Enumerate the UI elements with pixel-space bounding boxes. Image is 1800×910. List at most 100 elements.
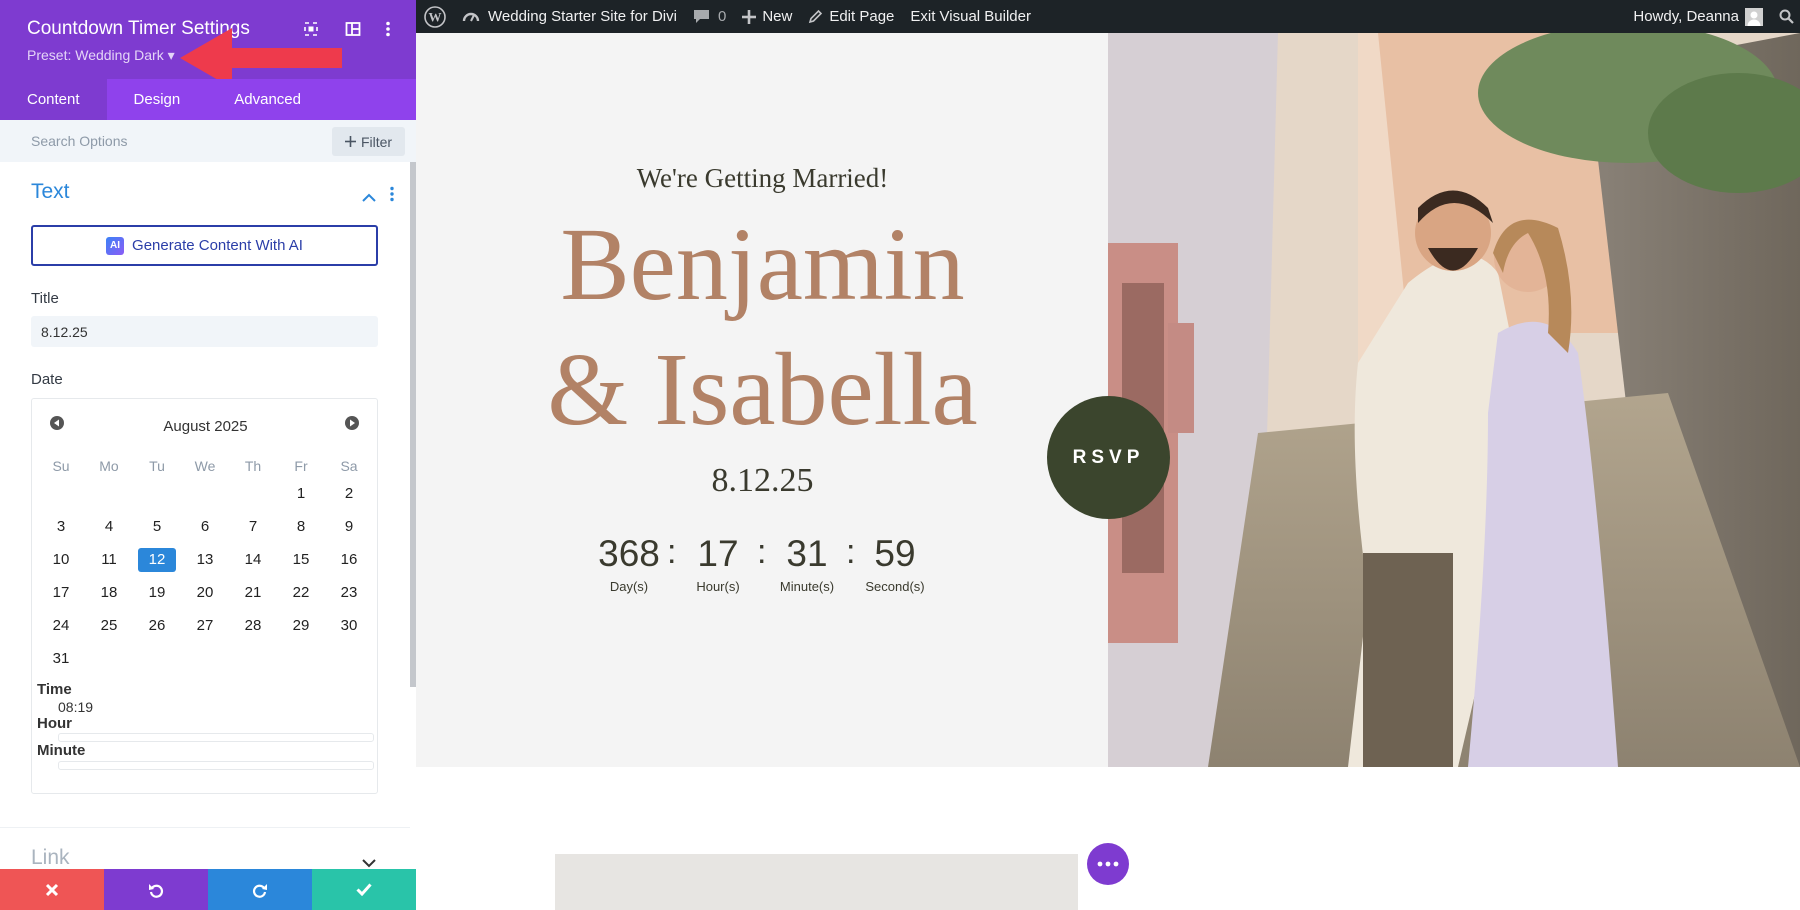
calendar-day[interactable]: 5 bbox=[138, 515, 176, 539]
couple-name-line1: Benjamin bbox=[560, 207, 965, 322]
wedding-date: 8.12.25 bbox=[711, 462, 814, 499]
calendar-day[interactable]: 14 bbox=[234, 548, 272, 572]
countdown-hours-label: Hour(s) bbox=[696, 579, 740, 594]
site-name-menu[interactable]: Wedding Starter Site for Divi bbox=[454, 0, 685, 33]
panel-footer bbox=[0, 869, 416, 910]
tagline: We're Getting Married! bbox=[636, 163, 889, 193]
new-label: New bbox=[762, 8, 793, 25]
section-text-title[interactable]: Text bbox=[31, 180, 70, 204]
weekday-header: We bbox=[194, 458, 216, 474]
countdown-hours-value: 17 bbox=[697, 533, 739, 574]
close-icon bbox=[45, 883, 59, 896]
calendar-day[interactable]: 28 bbox=[234, 614, 272, 638]
redo-icon bbox=[252, 883, 267, 898]
checkmark-icon bbox=[356, 883, 372, 896]
cancel-button[interactable] bbox=[0, 869, 104, 910]
calendar-day-selected[interactable]: 12 bbox=[138, 548, 176, 572]
wordpress-logo-icon[interactable]: W bbox=[416, 0, 454, 33]
search-icon[interactable] bbox=[1771, 0, 1800, 33]
user-account-menu[interactable]: Howdy, Deanna bbox=[1625, 0, 1771, 33]
calendar-day[interactable]: 11 bbox=[90, 548, 128, 572]
avatar bbox=[1745, 7, 1763, 26]
couple-name-line2: & Isabella bbox=[547, 332, 978, 447]
calendar-day[interactable]: 15 bbox=[282, 548, 320, 572]
countdown-days-label: Day(s) bbox=[609, 579, 649, 594]
calendar-day[interactable]: 10 bbox=[42, 548, 80, 572]
tab-content[interactable]: Content bbox=[0, 79, 107, 120]
generate-ai-button[interactable]: AI Generate Content With AI bbox=[31, 225, 378, 266]
comments-count: 0 bbox=[717, 8, 727, 25]
plus-icon bbox=[344, 136, 356, 147]
calendar-day[interactable]: 23 bbox=[330, 581, 368, 605]
calendar-day[interactable]: 17 bbox=[42, 581, 80, 605]
rsvp-button[interactable]: RSVP bbox=[1047, 396, 1170, 519]
calendar-day[interactable]: 30 bbox=[330, 614, 368, 638]
minute-slider[interactable] bbox=[58, 761, 374, 770]
calendar-day[interactable]: 1 bbox=[282, 482, 320, 506]
preset-selector[interactable]: Preset: Wedding Dark ▾ bbox=[27, 47, 175, 64]
lower-section-image bbox=[555, 854, 1078, 910]
calendar-day[interactable]: 16 bbox=[330, 548, 368, 572]
tab-design[interactable]: Design bbox=[107, 79, 208, 120]
calendar-day[interactable]: 9 bbox=[330, 515, 368, 539]
pencil-icon bbox=[809, 9, 823, 24]
calendar-day[interactable]: 6 bbox=[186, 515, 224, 539]
svg-text:W: W bbox=[429, 9, 442, 24]
next-month-icon[interactable] bbox=[345, 416, 359, 435]
comments-link[interactable]: 0 bbox=[685, 0, 734, 33]
tab-advanced[interactable]: Advanced bbox=[207, 79, 328, 120]
split-view-icon[interactable] bbox=[342, 18, 364, 40]
hour-slider[interactable] bbox=[58, 733, 374, 742]
edit-page-link[interactable]: Edit Page bbox=[800, 0, 902, 33]
save-button[interactable] bbox=[312, 869, 416, 910]
calendar-day[interactable]: 8 bbox=[282, 515, 320, 539]
title-field[interactable]: 8.12.25 bbox=[31, 316, 378, 347]
more-options-icon[interactable] bbox=[377, 18, 399, 40]
site-name: Wedding Starter Site for Divi bbox=[488, 8, 677, 25]
calendar-day[interactable]: 26 bbox=[138, 614, 176, 638]
calendar-day[interactable]: 29 bbox=[282, 614, 320, 638]
calendar-day[interactable]: 21 bbox=[234, 581, 272, 605]
calendar-day[interactable]: 19 bbox=[138, 581, 176, 605]
calendar-day[interactable]: 24 bbox=[42, 614, 80, 638]
settings-panel: Countdown Timer Settings Preset: Wedding… bbox=[0, 0, 416, 910]
calendar-day[interactable]: 7 bbox=[234, 515, 272, 539]
weekday-header: Su bbox=[52, 458, 70, 474]
calendar-day[interactable]: 27 bbox=[186, 614, 224, 638]
undo-button[interactable] bbox=[104, 869, 208, 910]
calendar-day[interactable]: 2 bbox=[330, 482, 368, 506]
countdown-minutes-label: Minute(s) bbox=[779, 579, 835, 594]
edit-page-label: Edit Page bbox=[829, 8, 895, 25]
filter-label: Filter bbox=[360, 133, 393, 150]
ai-icon: AI bbox=[106, 236, 125, 255]
weekday-header: Sa bbox=[340, 458, 358, 474]
exit-visual-builder-link[interactable]: Exit Visual Builder bbox=[902, 0, 1039, 33]
countdown-days-value: 368 bbox=[598, 533, 660, 574]
calendar-day[interactable]: 18 bbox=[90, 581, 128, 605]
weekday-header: Tu bbox=[149, 458, 165, 474]
chevron-up-icon[interactable] bbox=[362, 189, 376, 207]
countdown-seconds-label: Second(s) bbox=[865, 579, 925, 594]
section-options-icon[interactable] bbox=[389, 186, 395, 207]
howdy-text: Howdy, Deanna bbox=[1633, 8, 1739, 25]
weekday-header: Fr bbox=[294, 458, 308, 474]
date-picker: August 2025 Su Mo Tu We Th Fr Sa 1 2 3 4 5 6 7 8 9 10 11 1… bbox=[31, 398, 378, 794]
calendar-day[interactable]: 20 bbox=[186, 581, 224, 605]
section-link-title[interactable]: Link bbox=[31, 846, 70, 870]
calendar-day[interactable]: 4 bbox=[90, 515, 128, 539]
search-options-bar: Search Options Filter bbox=[0, 120, 416, 162]
filter-button[interactable]: Filter bbox=[332, 127, 405, 156]
redo-button[interactable] bbox=[208, 869, 312, 910]
undo-icon bbox=[149, 883, 164, 898]
ellipsis-icon bbox=[1097, 861, 1119, 867]
calendar-day[interactable]: 31 bbox=[42, 647, 80, 671]
new-content-menu[interactable]: New bbox=[734, 0, 800, 33]
weekday-header: Th bbox=[244, 458, 262, 474]
comment-icon bbox=[693, 10, 709, 23]
calendar-day[interactable]: 13 bbox=[186, 548, 224, 572]
builder-menu-button[interactable] bbox=[1087, 843, 1129, 885]
calendar-day[interactable]: 25 bbox=[90, 614, 128, 638]
search-input[interactable]: Search Options bbox=[31, 133, 128, 149]
calendar-day[interactable]: 3 bbox=[42, 515, 80, 539]
calendar-day[interactable]: 22 bbox=[282, 581, 320, 605]
